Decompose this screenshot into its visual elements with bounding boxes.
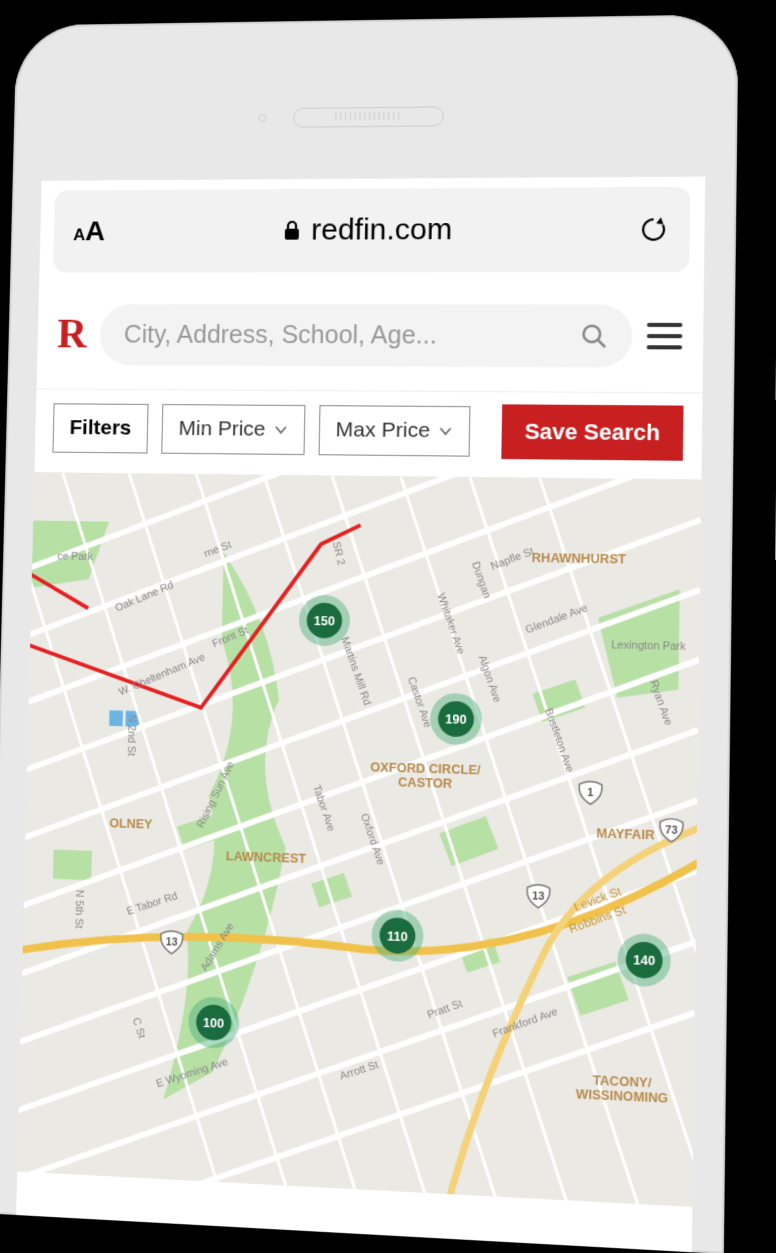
map-view[interactable]: RHAWNHURSTOXFORD CIRCLE/CASTOROLNEYLAWNC…	[17, 472, 701, 1207]
filters-button[interactable]: Filters	[52, 403, 148, 453]
chevron-down-icon	[273, 423, 287, 437]
street-label: N 2nd St	[125, 714, 138, 756]
neighborhood-label: CASTOR	[398, 775, 453, 791]
svg-text:1: 1	[587, 787, 593, 800]
refresh-icon[interactable]	[638, 214, 670, 245]
max-price-label: Max Price	[335, 418, 430, 443]
street-label: Lexington Park	[611, 639, 686, 653]
neighborhood-label: MAYFAIR	[596, 826, 654, 842]
neighborhood-label: WISSINOMING	[576, 1087, 668, 1106]
street-label: Castor Ave	[405, 675, 434, 729]
phone-camera	[258, 114, 266, 122]
phone-speaker	[293, 106, 444, 127]
marker-value: 190	[445, 712, 467, 727]
street-label: Oxford Ave	[358, 812, 387, 867]
svg-text:73: 73	[665, 824, 678, 837]
map-cluster-marker[interactable]: 140	[617, 933, 671, 988]
route-shield: 13	[527, 884, 550, 908]
street-label: Napfle St	[489, 545, 536, 573]
street-label: SR 2	[330, 540, 348, 566]
min-price-label: Min Price	[178, 417, 265, 442]
marker-value: 150	[314, 614, 335, 629]
min-price-button[interactable]: Min Price	[161, 404, 305, 455]
marker-value: 110	[387, 929, 408, 944]
marker-value: 100	[203, 1016, 224, 1031]
text-size-big-a: A	[85, 216, 105, 247]
marker-value: 140	[633, 953, 655, 968]
street-label: E Tabor Rd	[125, 890, 179, 918]
street-label: C St	[130, 1016, 148, 1040]
text-size-button[interactable]: A A	[73, 216, 105, 247]
neighborhood-label: RHAWNHURST	[532, 551, 627, 567]
browser-address-bar: A A redfin.com	[53, 187, 691, 273]
street-label: Dungan	[469, 560, 493, 600]
save-search-label: Save Search	[524, 419, 660, 446]
url-text: redfin.com	[311, 213, 453, 247]
street-label: ce Park	[57, 550, 93, 563]
search-input[interactable]	[124, 320, 569, 350]
svg-text:13: 13	[532, 890, 545, 903]
text-size-small-a: A	[73, 226, 85, 246]
street-label: Bustleton Ave	[542, 707, 576, 774]
max-price-button[interactable]: Max Price	[318, 405, 470, 457]
phone-frame: A A redfin.com R	[0, 14, 739, 1253]
redfin-logo[interactable]: R	[57, 311, 88, 358]
neighborhood-label: LAWNCREST	[226, 849, 307, 866]
chevron-down-icon	[438, 424, 453, 438]
search-icon[interactable]	[580, 323, 607, 349]
phone-screen: A A redfin.com R	[16, 177, 705, 1253]
route-shield: 13	[161, 931, 183, 954]
street-label: Whitaker Ave	[434, 592, 467, 656]
map-svg: RHAWNHURSTOXFORD CIRCLE/CASTOROLNEYLAWNC…	[17, 472, 701, 1207]
lock-icon	[283, 220, 301, 242]
search-box[interactable]	[100, 304, 633, 367]
menu-icon[interactable]	[647, 323, 683, 350]
save-search-button[interactable]: Save Search	[501, 404, 683, 460]
street-label: N 5th St	[73, 889, 86, 928]
filters-label: Filters	[69, 416, 131, 440]
route-shield: 1	[579, 781, 602, 805]
svg-text:13: 13	[166, 936, 178, 949]
filter-bar: Filters Min Price Max Price Save Search	[34, 389, 702, 479]
url-display[interactable]: redfin.com	[120, 212, 621, 248]
app-header: R	[36, 286, 703, 393]
neighborhood-label: OLNEY	[109, 816, 153, 831]
